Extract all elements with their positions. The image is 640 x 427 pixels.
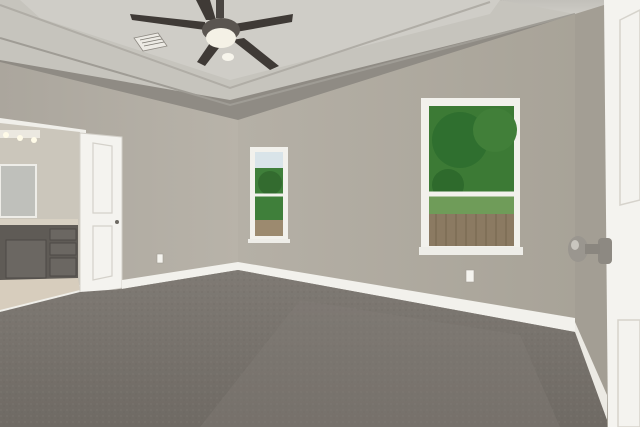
outlet [156,253,164,264]
open-interior-door [79,132,123,297]
fence [429,214,514,246]
large-window [419,98,523,255]
bathroom-doorway [0,118,86,312]
door-knob-plate [598,238,612,264]
outlet [465,269,475,283]
small-window [248,147,290,243]
vanity-countertop [0,219,78,225]
bathroom-mirror [0,164,37,218]
bedroom-photo [0,0,640,427]
